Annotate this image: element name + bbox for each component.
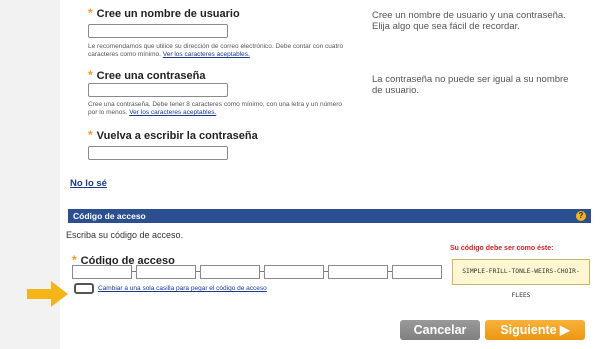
required-asterisk: * (88, 128, 93, 142)
help-icon[interactable]: ? (576, 211, 586, 221)
access-code-title: Código de acceso (73, 211, 146, 221)
arrow-right-icon (27, 281, 68, 307)
access-code-header: Código de acceso ? (68, 209, 591, 223)
dont-know-link[interactable]: No lo sé (70, 178, 107, 189)
access-code-instruction: Escriba su código de acceso. (66, 230, 184, 240)
confirm-password-input[interactable] (88, 146, 228, 160)
sample-code-title: Su código debe ser como éste: (450, 245, 554, 252)
access-code-box-4[interactable] (264, 265, 324, 279)
next-button[interactable]: Siguiente ▶ (485, 320, 585, 340)
access-code-box-6[interactable] (392, 265, 442, 279)
single-box-toggle[interactable] (74, 283, 94, 294)
password-help: Cree una contraseña. Debe tener 8 caract… (88, 101, 342, 116)
registration-page: * Cree un nombre de usuario Le recomendam… (60, 0, 600, 349)
access-code-box-5[interactable] (328, 265, 388, 279)
required-asterisk: * (88, 68, 93, 82)
access-code-box-2[interactable] (136, 265, 196, 279)
username-help-link[interactable]: Ver los caracteres aceptables. (163, 51, 250, 58)
password-input[interactable] (88, 83, 228, 97)
sample-code: SIMPLE-FRILL-TONLE-WEIRS-CHOIR-FLEES (452, 259, 590, 299)
username-label: * Cree un nombre de usuario (88, 6, 240, 20)
cancel-button[interactable]: Cancelar (400, 320, 480, 340)
password-side-text: La contraseña no puede ser igual a su no… (372, 74, 569, 96)
access-code-box-1[interactable] (72, 265, 132, 279)
confirm-password-label: * Vuelva a escribir la contraseña (88, 128, 258, 142)
access-code-box-3[interactable] (200, 265, 260, 279)
password-label: * Cree una contraseña (88, 68, 206, 82)
username-side-text: Cree un nombre de usuario y una contrase… (372, 10, 566, 32)
single-box-link[interactable]: Cambiar a una sola casilla para pegar el… (98, 285, 267, 292)
username-input[interactable] (88, 24, 228, 38)
username-help: Le recomendamos que utilice su dirección… (88, 43, 344, 58)
password-help-link[interactable]: Ver los caracteres aceptables. (129, 109, 216, 116)
required-asterisk: * (88, 6, 93, 20)
